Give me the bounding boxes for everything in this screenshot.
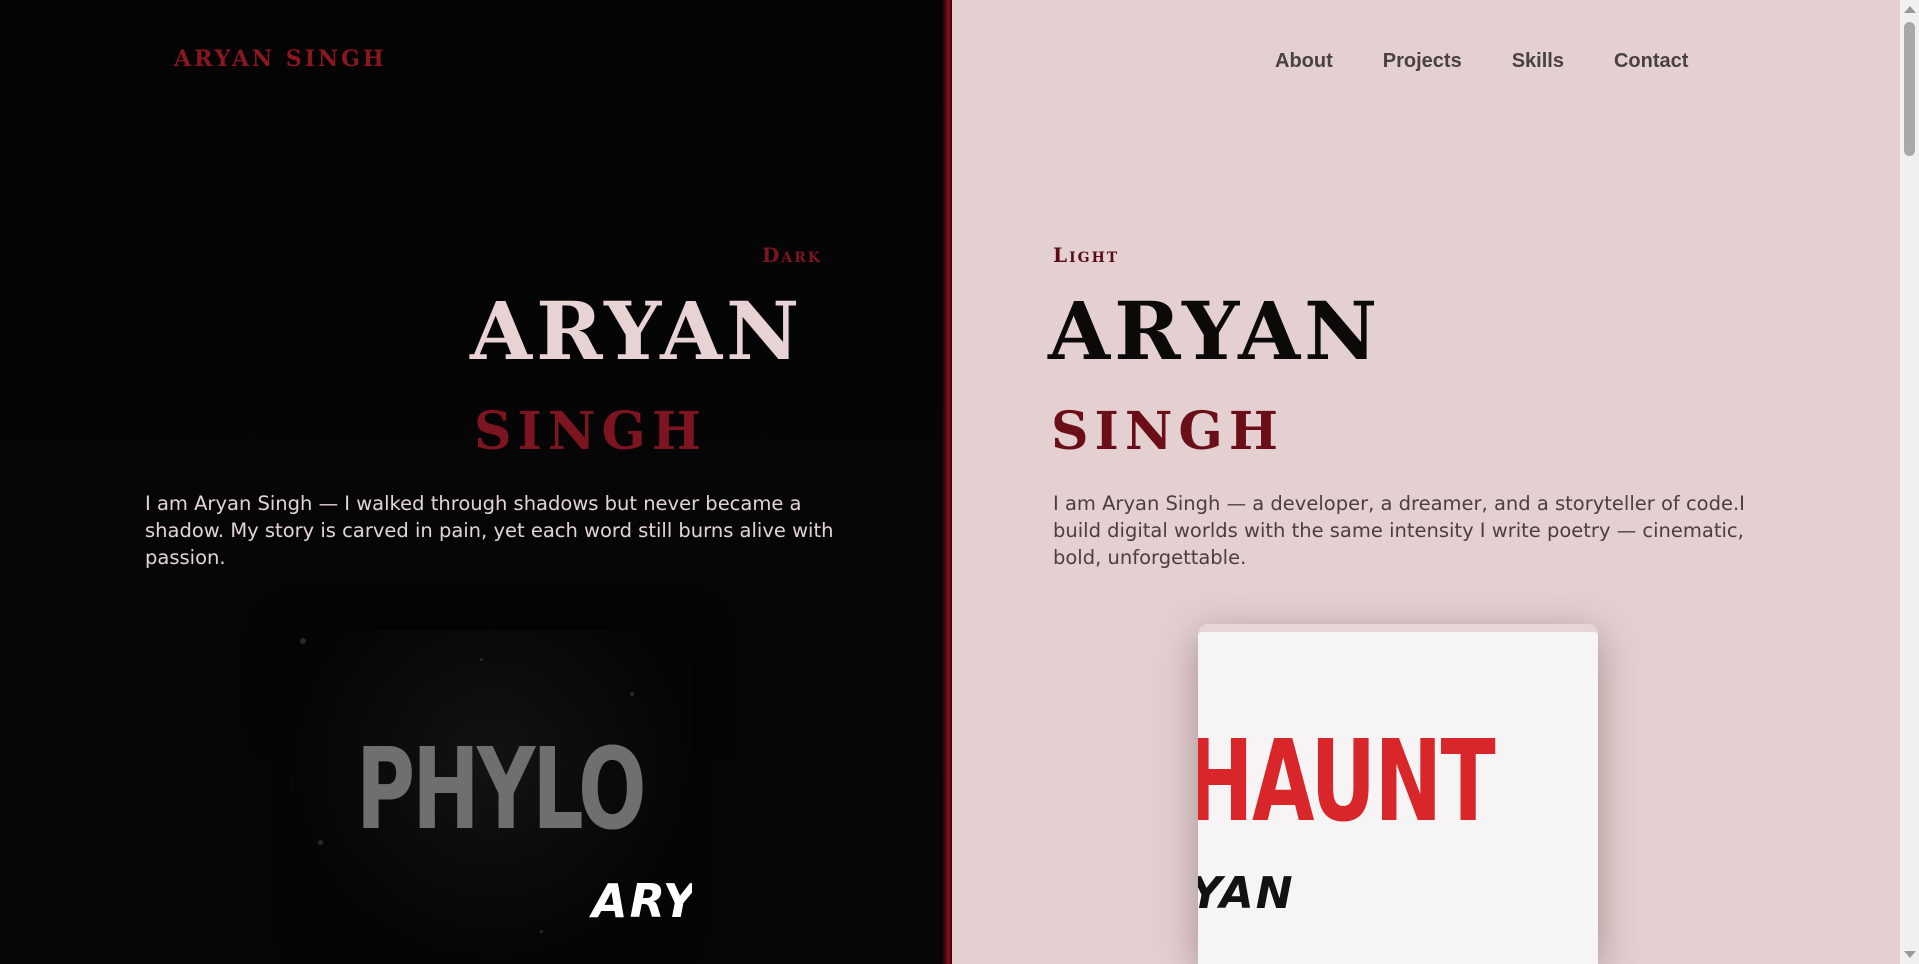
dark-cover-title: PHYLO <box>356 725 647 855</box>
cover-texture <box>300 638 306 644</box>
dark-pane: ARYAN SINGH Dark ARYAN SINGH I am Aryan … <box>0 0 950 964</box>
nav-contact-link[interactable]: Contact <box>1614 50 1688 73</box>
dark-mode-label: Dark <box>762 243 823 267</box>
cover-texture <box>480 658 483 661</box>
main-nav: About Projects Skills Contact <box>1275 50 1738 73</box>
cover-texture <box>630 692 634 696</box>
nav-projects-link[interactable]: Projects <box>1383 50 1462 73</box>
cover-texture <box>318 840 323 845</box>
dark-last-name: SINGH <box>474 401 707 462</box>
light-cover-author: YAN <box>1198 868 1295 919</box>
brand-logo[interactable]: ARYAN SINGH <box>174 46 387 72</box>
dark-description: I am Aryan Singh — I walked through shad… <box>145 492 834 569</box>
scroll-up-icon[interactable] <box>1904 6 1916 13</box>
page-viewport: ARYAN SINGH Dark ARYAN SINGH I am Aryan … <box>0 0 1900 964</box>
light-book-cover: HAUNT YAN <box>1198 632 1598 964</box>
cover-texture <box>540 930 543 933</box>
light-first-name: ARYAN <box>1048 284 1382 378</box>
dark-cover-author: ARY <box>592 874 692 928</box>
dark-first-name: ARYAN <box>470 284 804 378</box>
nav-skills-link[interactable]: Skills <box>1512 50 1564 73</box>
scroll-thumb[interactable] <box>1904 22 1915 156</box>
nav-about-link[interactable]: About <box>1275 50 1333 73</box>
light-book-card[interactable]: HAUNT YAN <box>1198 624 1598 964</box>
light-mode-label: Light <box>1053 243 1120 267</box>
light-last-name: SINGH <box>1051 401 1284 462</box>
light-cover-title: HAUNT <box>1198 717 1496 847</box>
light-description: I am Aryan Singh — a developer, a dreame… <box>1053 492 1745 569</box>
scroll-down-icon[interactable] <box>1904 951 1916 958</box>
dark-book-cover[interactable]: PHYLO ARY <box>290 630 692 964</box>
vertical-scrollbar[interactable] <box>1900 0 1919 964</box>
